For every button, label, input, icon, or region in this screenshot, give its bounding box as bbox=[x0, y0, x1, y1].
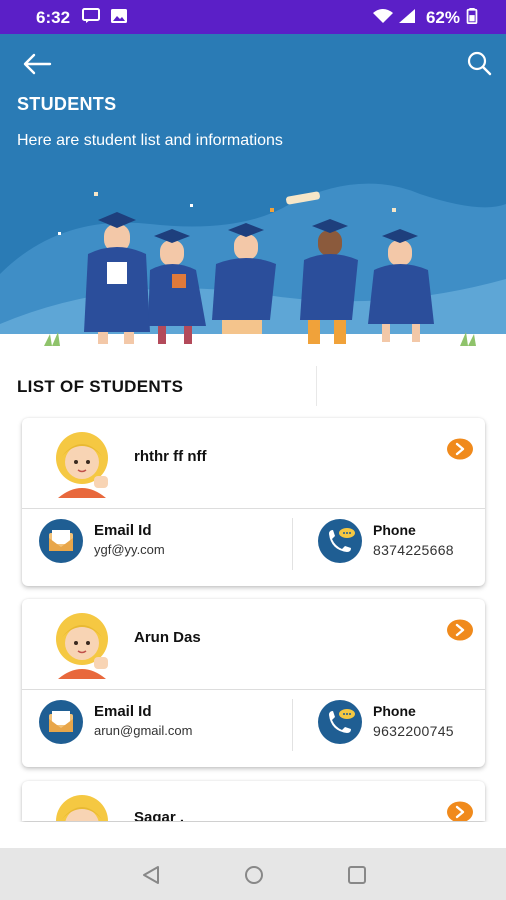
student-name: Sagar . bbox=[134, 809, 185, 821]
phone-label: Phone bbox=[373, 522, 416, 538]
signal-icon bbox=[399, 9, 415, 23]
student-card-header[interactable]: Sagar . bbox=[22, 781, 485, 821]
system-nav-bar bbox=[0, 848, 506, 900]
recents-square-icon[interactable] bbox=[346, 864, 368, 886]
student-name: Arun Das bbox=[134, 629, 201, 646]
list-bottom-mask bbox=[0, 822, 506, 848]
student-card[interactable]: Sagar . bbox=[22, 781, 485, 821]
avatar-icon bbox=[56, 613, 108, 679]
arrow-left-icon[interactable] bbox=[22, 52, 52, 76]
phone-icon bbox=[318, 700, 362, 744]
status-bar: 6:32 62% bbox=[0, 0, 506, 34]
battery-icon bbox=[466, 8, 478, 24]
image-icon bbox=[111, 9, 127, 23]
student-card-header[interactable]: rhthr ff nff bbox=[22, 418, 485, 508]
phone-value[interactable]: 9632200745 bbox=[373, 723, 454, 739]
battery-percent: 62% bbox=[425, 8, 460, 27]
list-header: LIST OF STUDENTS bbox=[0, 350, 506, 412]
phone-label: Phone bbox=[373, 703, 416, 719]
home-circle-icon[interactable] bbox=[243, 864, 265, 886]
student-card[interactable]: Arun Das Email Id arun@gmail.com Phone 9… bbox=[22, 599, 485, 767]
header-banner: STUDENTS Here are student list and infor… bbox=[0, 34, 506, 350]
email-icon bbox=[39, 519, 83, 563]
student-card[interactable]: rhthr ff nff Email Id ygf@yy.com Phone 8… bbox=[22, 418, 485, 586]
email-label: Email Id bbox=[94, 703, 152, 720]
page-subtitle: Here are student list and informations bbox=[17, 132, 283, 149]
student-card-header[interactable]: Arun Das bbox=[22, 599, 485, 689]
avatar-icon bbox=[56, 795, 108, 821]
card-vertical-divider bbox=[292, 518, 293, 570]
email-icon bbox=[39, 700, 83, 744]
phone-value[interactable]: 8374225668 bbox=[373, 542, 454, 558]
phone-icon bbox=[318, 519, 362, 563]
card-vertical-divider bbox=[292, 699, 293, 751]
wifi-icon bbox=[373, 9, 393, 23]
email-label: Email Id bbox=[94, 522, 152, 539]
message-icon bbox=[82, 8, 100, 23]
graduates-illustration bbox=[0, 183, 506, 350]
email-value[interactable]: arun@gmail.com bbox=[94, 723, 192, 738]
chevron-right-icon[interactable] bbox=[446, 801, 474, 821]
card-divider bbox=[22, 508, 485, 509]
student-name: rhthr ff nff bbox=[134, 448, 207, 465]
back-triangle-icon[interactable] bbox=[140, 864, 162, 886]
card-divider bbox=[22, 689, 485, 690]
email-value[interactable]: ygf@yy.com bbox=[94, 542, 165, 557]
list-title: LIST OF STUDENTS bbox=[17, 377, 184, 396]
chevron-right-icon[interactable] bbox=[446, 619, 474, 641]
chevron-right-icon[interactable] bbox=[446, 438, 474, 460]
search-icon[interactable] bbox=[466, 50, 492, 76]
status-time: 6:32 bbox=[36, 8, 71, 27]
page-title: STUDENTS bbox=[17, 94, 117, 114]
header-divider bbox=[316, 366, 317, 406]
avatar-icon bbox=[56, 432, 108, 498]
